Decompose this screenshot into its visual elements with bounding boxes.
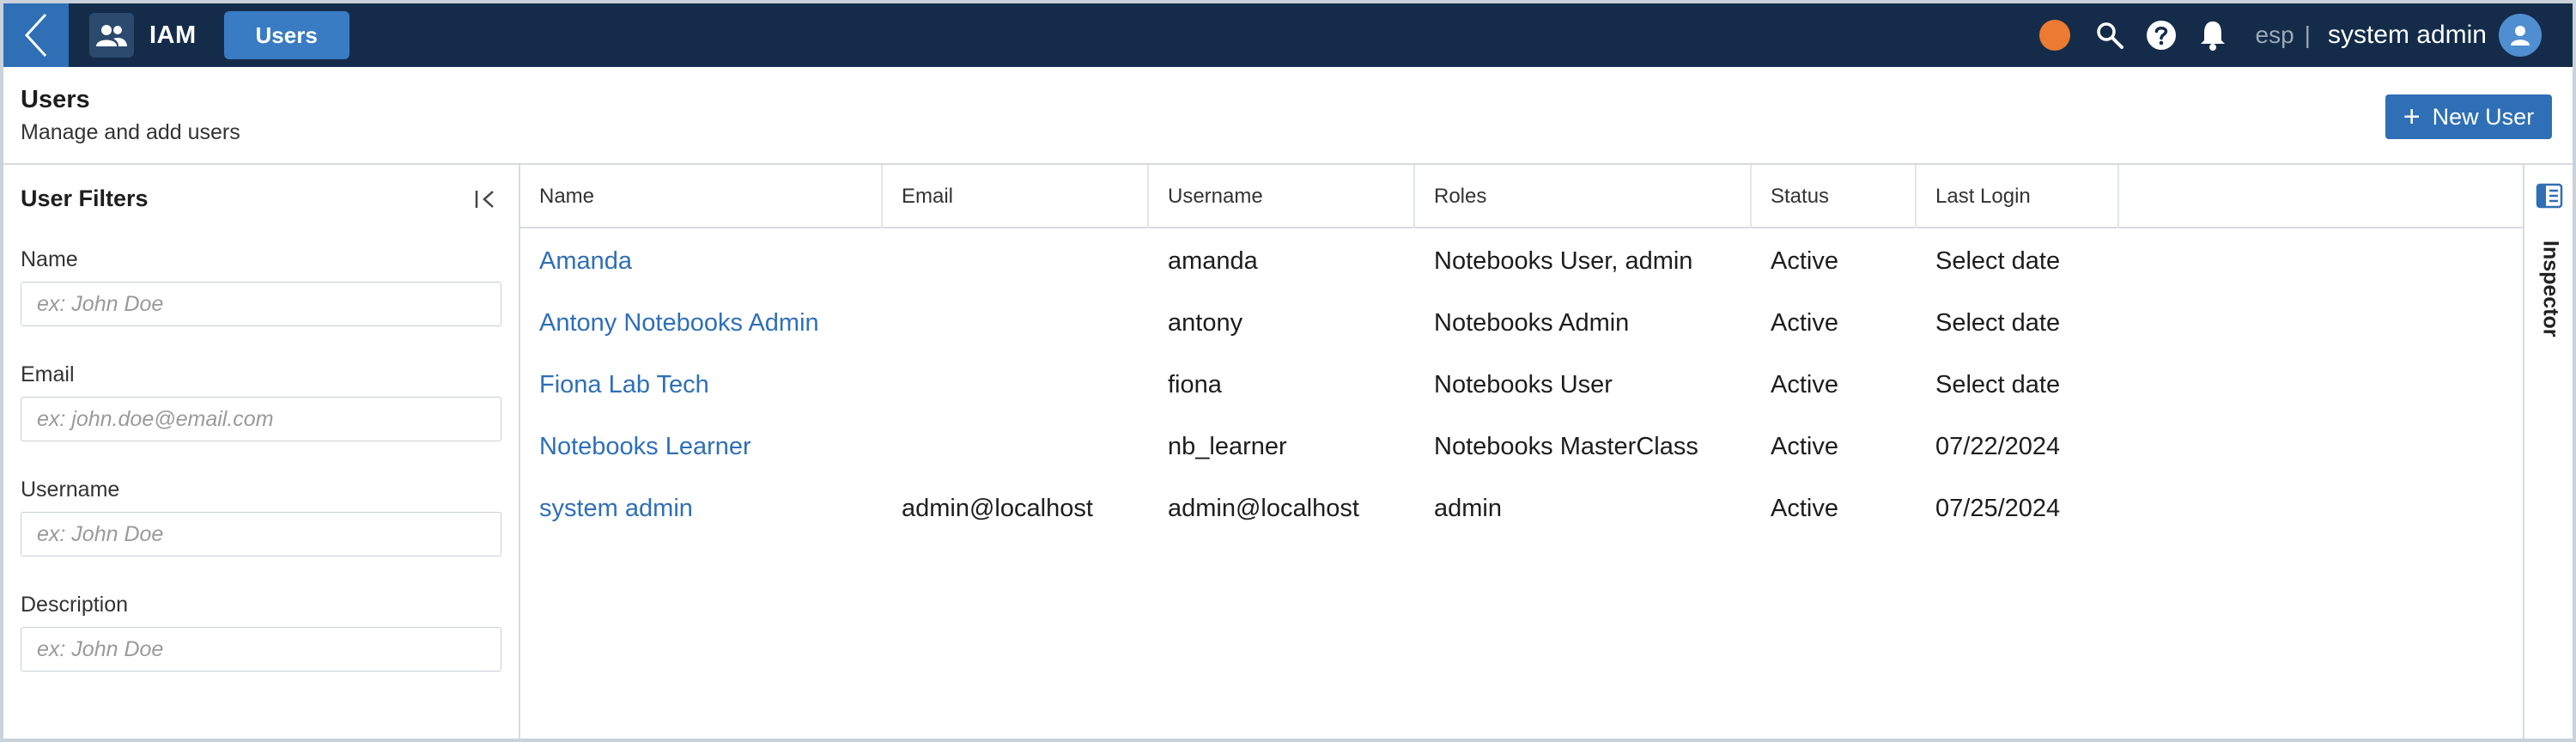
user-name-link[interactable]: Fiona Lab Tech [520,354,709,416]
table-row[interactable]: system admin admin@localhost admin@local… [520,477,2523,539]
app-window: IAM Users esp | system admin Users Manag… [3,3,2573,739]
cell-username: antony [1168,308,1243,337]
column-header-username[interactable]: Username [1149,165,1415,228]
column-header-last-login[interactable]: Last Login [1917,165,2119,228]
new-user-label: New User [2432,103,2535,130]
top-bar: IAM Users esp | system admin [3,3,2573,67]
cell-email [883,292,902,354]
search-icon [2096,22,2123,49]
table-row[interactable]: Fiona Lab Tech fiona Notebooks User Acti… [520,354,2523,416]
cell-email [883,416,902,477]
separator: | [2304,21,2311,48]
description-filter-input[interactable] [21,627,501,672]
page-header: Users Manage and add users + New User [3,67,2573,165]
status-indicator[interactable] [2038,20,2070,51]
inspector-toggle-button[interactable] [2536,182,2563,210]
help-icon [2146,21,2176,50]
back-button[interactable] [3,3,69,67]
cell-status: Active [1771,494,1838,522]
help-button[interactable] [2144,18,2178,52]
column-header-roles[interactable]: Roles [1415,165,1752,228]
user-name-link[interactable]: system admin [520,477,693,539]
cell-status: Active [1771,308,1838,337]
user-filters-panel: User Filters Name Email Username Descrip… [3,165,520,739]
inspector-panel: Inspector [2523,165,2573,739]
users-icon [96,25,127,46]
cell-last-login: 07/25/2024 [1935,494,2061,522]
page-subtitle: Manage and add users [21,120,240,144]
description-filter-label: Description [21,593,129,617]
user-name[interactable]: system admin [2328,21,2487,50]
new-user-button[interactable]: + New User [2385,94,2552,139]
table-header: Name Email Username Roles Status Last Lo… [520,165,2523,228]
column-header-name[interactable]: Name [520,165,883,228]
cell-roles: admin [1434,494,1502,522]
cell-username: amanda [1168,246,1258,275]
panel-icon [2536,183,2563,209]
page-title: Users [21,86,90,113]
username-filter-label: Username [21,477,120,502]
name-filter-label: Name [21,247,78,271]
cell-roles: Notebooks MasterClass [1434,432,1698,460]
cell-username: nb_learner [1168,432,1287,460]
filters-title: User Filters [21,186,149,211]
language-selector[interactable]: esp [2256,21,2294,49]
cell-email [883,354,902,416]
cell-last-login: Select date [1935,308,2061,337]
table-row[interactable]: Amanda amanda Notebooks User, admin Acti… [520,230,2523,292]
name-filter-input[interactable] [21,282,501,326]
cell-last-login: Select date [1935,370,2061,398]
cell-status: Active [1771,432,1838,460]
user-name-link[interactable]: Antony Notebooks Admin [520,292,819,354]
cell-status: Active [1771,370,1838,398]
cell-last-login: 07/22/2024 [1935,432,2061,460]
users-table: Name Email Username Roles Status Last Lo… [520,165,2523,739]
cell-email [883,230,902,292]
app-icon[interactable] [89,13,134,58]
cell-email: admin@localhost [902,494,1093,522]
search-button[interactable] [2093,18,2127,52]
user-avatar-icon [2511,26,2530,46]
email-filter-label: Email [21,362,75,386]
column-header-status[interactable]: Status [1752,165,1917,228]
cell-username: fiona [1168,370,1222,398]
notifications-button[interactable] [2196,18,2230,52]
email-filter-input[interactable] [21,397,501,441]
cell-roles: Notebooks User [1434,370,1613,398]
bell-icon [2200,21,2225,51]
avatar[interactable] [2499,14,2542,57]
cell-roles: Notebooks Admin [1434,308,1630,337]
cell-username: admin@localhost [1168,494,1359,522]
column-header-email[interactable]: Email [883,165,1149,228]
cell-status: Active [1771,246,1838,275]
collapse-filters-button[interactable] [472,186,500,213]
table-row[interactable]: Antony Notebooks Admin antony Notebooks … [520,292,2523,354]
collapse-left-icon [475,191,494,208]
user-name-link[interactable]: Notebooks Learner [520,416,751,477]
user-name-link[interactable]: Amanda [520,230,632,292]
cell-last-login: Select date [1935,246,2061,275]
cell-roles: Notebooks User, admin [1434,246,1693,275]
inspector-tab[interactable]: Inspector [2533,240,2567,352]
topbar-actions: esp | system admin [2038,3,2542,67]
table-row[interactable]: Notebooks Learner nb_learner Notebooks M… [520,416,2523,477]
tab-users[interactable]: Users [223,11,349,59]
chevron-left-icon [24,13,47,58]
plus-icon: + [2403,100,2421,133]
username-filter-input[interactable] [21,512,501,556]
app-name: IAM [149,21,197,49]
